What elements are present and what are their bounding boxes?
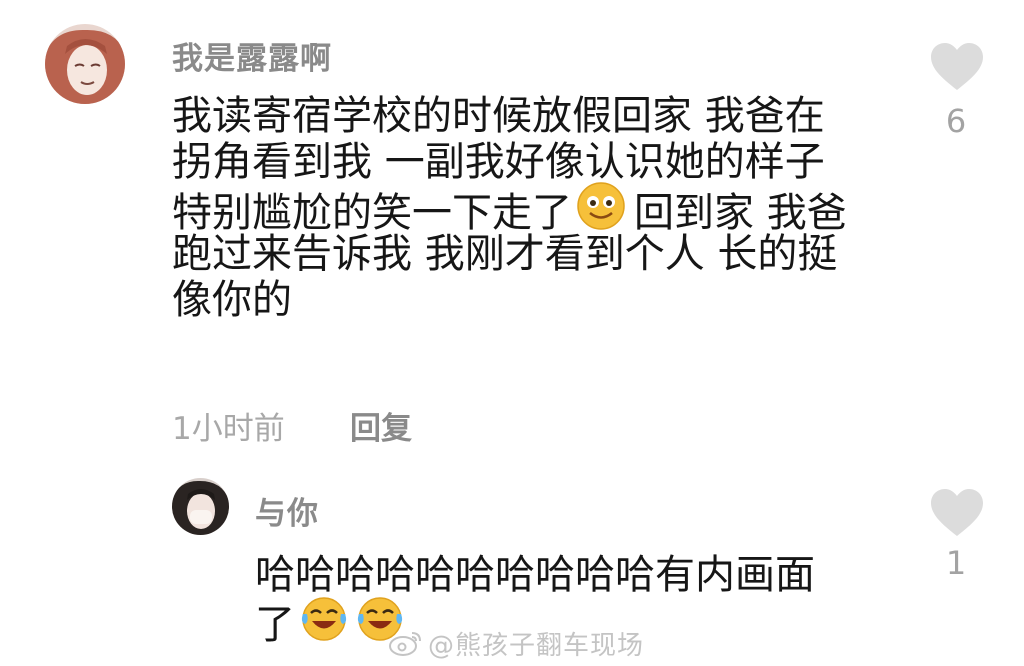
comment-line: 像你的 — [172, 277, 292, 323]
comment-body: 我读寄宿学校的时候放假回家 我爸在 拐角看到我 一副我好像认识她的样子 特别尴尬… — [172, 93, 847, 323]
reply-button[interactable]: 回复 — [350, 403, 412, 448]
reply-line-text: 了 — [255, 602, 295, 648]
comment-line-text: 特别尴尬的笑一下走了 — [172, 190, 572, 236]
comment-timestamp: 1小时前 — [172, 411, 285, 447]
weibo-icon — [388, 629, 424, 664]
reply-like-button[interactable] — [927, 488, 987, 542]
comment-line-text: 回到家 我爸 — [634, 190, 847, 236]
watermark: @熊孩子翻车现场 — [388, 625, 644, 664]
reply-line: 哈哈哈哈哈哈哈哈哈哈有内画面 — [255, 552, 815, 598]
comment-line: 跑过来告诉我 我刚才看到个人 长的挺 — [172, 231, 838, 277]
replier-avatar[interactable] — [172, 478, 229, 535]
commenter-username[interactable]: 我是露露啊 — [172, 33, 332, 78]
heart-icon — [931, 43, 983, 90]
commenter-avatar[interactable] — [45, 24, 125, 104]
replier-username[interactable]: 与你 — [255, 488, 319, 533]
heart-icon — [931, 489, 983, 536]
like-button[interactable] — [927, 42, 987, 96]
comment-line: 我读寄宿学校的时候放假回家 我爸在 — [172, 93, 825, 139]
watermark-text: @熊孩子翻车现场 — [428, 631, 645, 661]
smiling-face-icon — [576, 181, 626, 241]
comment-line-with-emoji: 特别尴尬的笑一下走了 回到家 我爸 — [172, 182, 847, 236]
laughing-tears-icon — [299, 594, 349, 652]
like-count: 6 — [945, 102, 967, 140]
reply-like-count: 1 — [945, 544, 967, 582]
comment-line: 拐角看到我 一副我好像认识她的样子 — [172, 139, 825, 185]
